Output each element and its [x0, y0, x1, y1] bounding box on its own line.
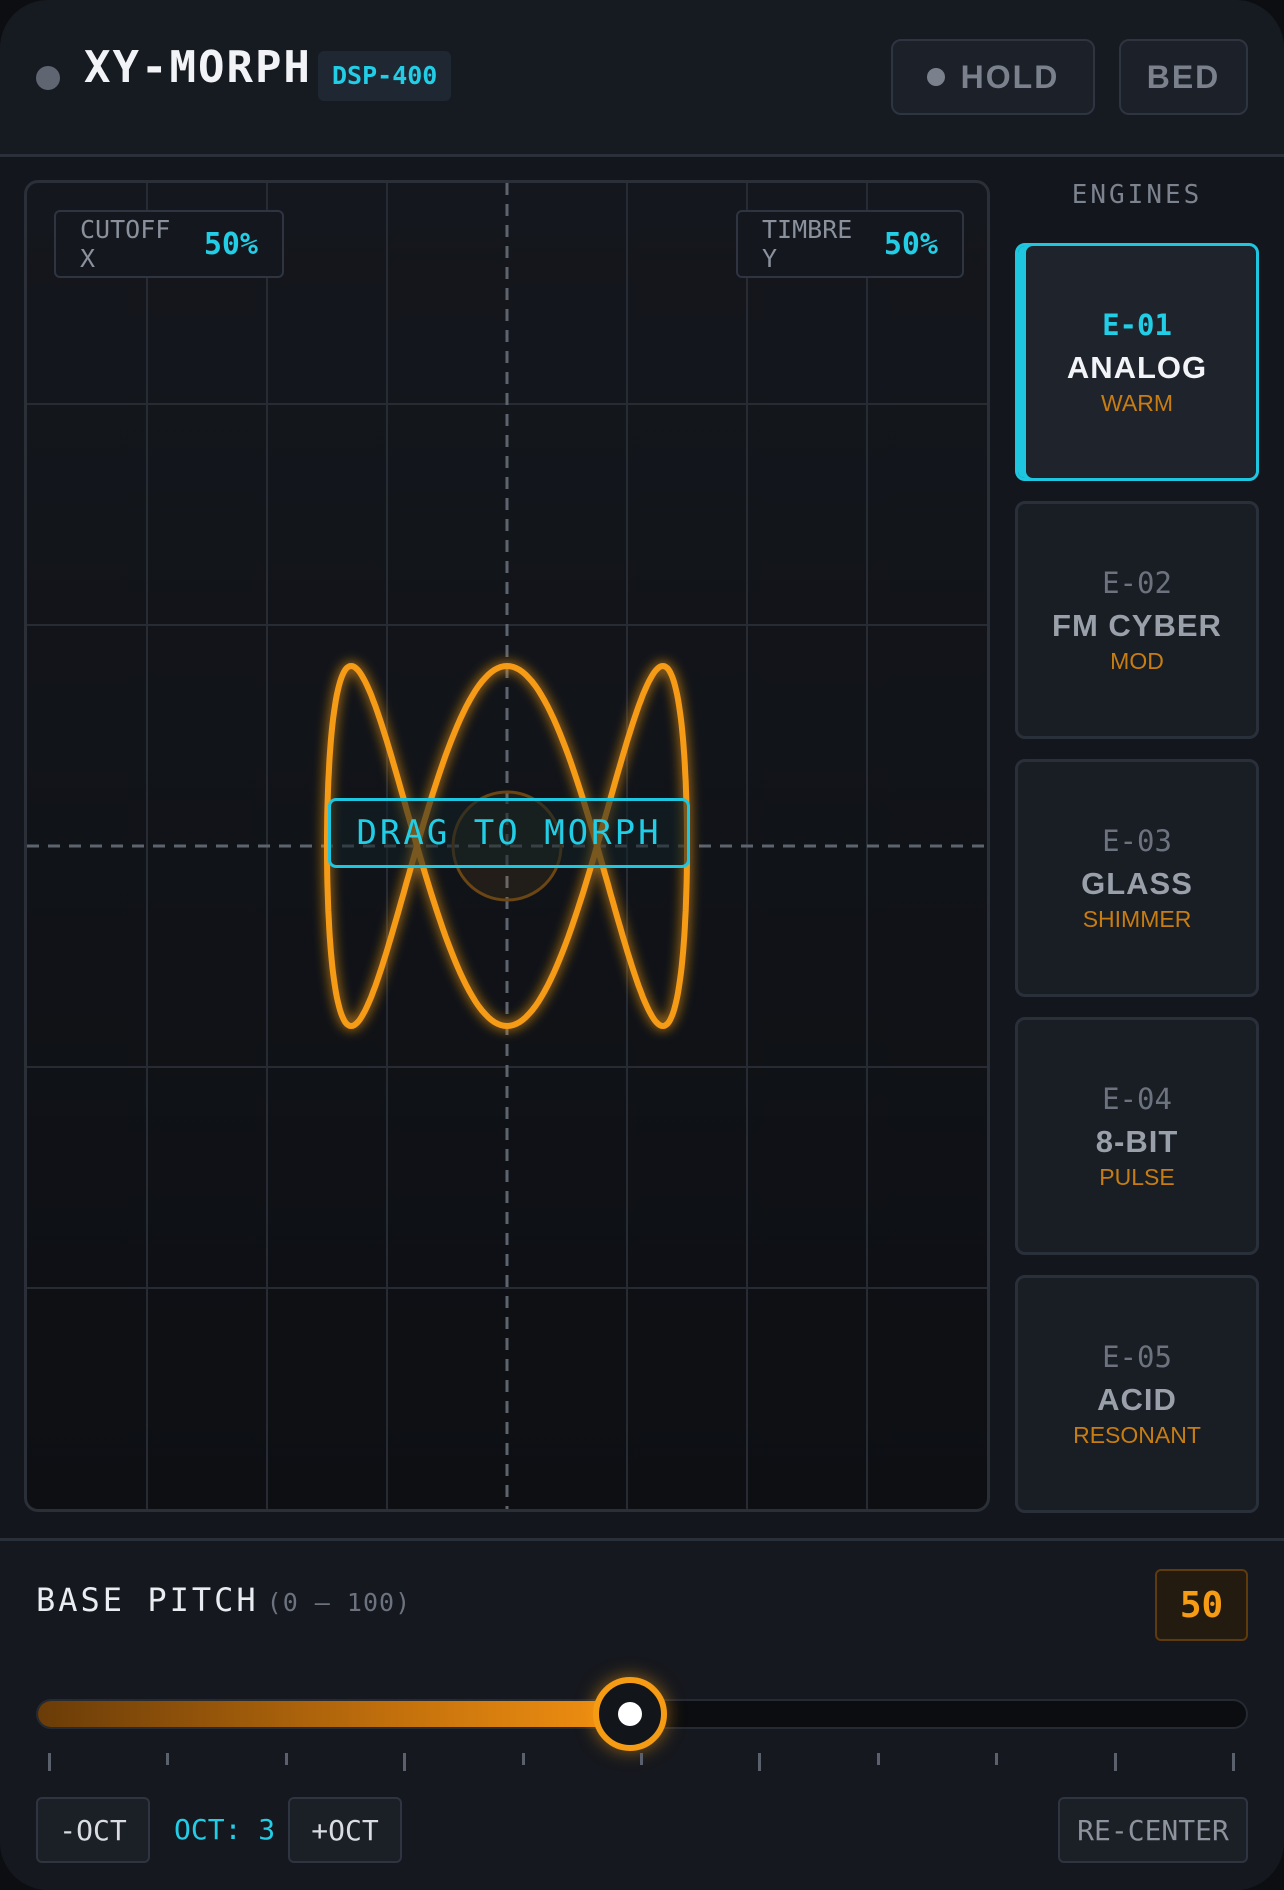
- slider-tick: [284, 1753, 288, 1765]
- model-badge: DSP-400: [318, 51, 452, 101]
- recenter-button[interactable]: RE-CENTER: [1058, 1797, 1248, 1863]
- engine-name: GLASS: [1081, 865, 1193, 901]
- base-pitch-value: 50: [1155, 1569, 1248, 1641]
- cutoff-x-label: CUTOFF X: [80, 215, 171, 273]
- engine-tag: PULSE: [1099, 1163, 1175, 1190]
- hold-label: HOLD: [960, 58, 1060, 95]
- engine-card-fm-cyber[interactable]: E-02 FM CYBER MOD: [1015, 501, 1259, 739]
- engine-tag: SHIMMER: [1082, 905, 1192, 932]
- slider-tick: [1232, 1753, 1235, 1771]
- hold-button[interactable]: HOLD: [891, 39, 1095, 115]
- engine-code: E-05: [1102, 1339, 1172, 1374]
- slider-tick: [521, 1753, 525, 1765]
- xy-morph-app: XY-MORPH DSP-400 HOLD BED CUTOFF X 50% T…: [0, 0, 1284, 1890]
- engine-tag: RESONANT: [1073, 1421, 1201, 1448]
- bed-button[interactable]: BED: [1119, 39, 1248, 115]
- slider-tick: [48, 1753, 51, 1771]
- cutoff-x-value: 50%: [203, 226, 258, 262]
- engine-name: FM CYBER: [1052, 607, 1222, 643]
- engine-card-8-bit[interactable]: E-04 8-BIT PULSE: [1015, 1017, 1259, 1255]
- slider-thumb[interactable]: [593, 1677, 668, 1751]
- cutoff-x-readout: CUTOFF X 50%: [54, 210, 284, 278]
- header-bar: XY-MORPH DSP-400 HOLD BED: [0, 0, 1284, 157]
- engines-heading: ENGINES: [1071, 180, 1203, 210]
- timbre-y-readout: TIMBRE Y 50%: [736, 210, 964, 278]
- slider-tick: [758, 1753, 762, 1771]
- engine-card-glass[interactable]: E-03 GLASS SHIMMER: [1015, 759, 1259, 997]
- slider-tick: [876, 1753, 880, 1765]
- engine-name: ANALOG: [1066, 349, 1208, 385]
- app-title: XY-MORPH: [84, 42, 312, 93]
- drag-to-morph-hint: DRAG TO MORPH: [328, 798, 690, 868]
- slider-thumb-knob: [618, 1702, 643, 1726]
- slider-tick: [640, 1753, 643, 1765]
- engine-code: E-01: [1102, 307, 1172, 342]
- engine-code: E-03: [1102, 823, 1172, 858]
- engine-name: 8-BIT: [1095, 1123, 1179, 1159]
- base-pitch-label: BASE PITCH: [36, 1581, 259, 1619]
- slider-tick: [403, 1753, 407, 1771]
- slider-tick: [995, 1753, 999, 1765]
- status-indicator: [36, 66, 60, 90]
- timbre-y-value: 50%: [883, 226, 938, 262]
- slider-tick: [166, 1753, 170, 1765]
- engine-name: ACID: [1097, 1381, 1177, 1417]
- engine-code: E-04: [1102, 1081, 1172, 1116]
- engine-tag: WARM: [1101, 389, 1173, 416]
- xy-pad[interactable]: CUTOFF X 50% TIMBRE Y 50% DRAG TO MORPH: [24, 180, 990, 1512]
- octave-readout: OCT: 3: [174, 1813, 276, 1846]
- engine-code: E-02: [1102, 565, 1172, 600]
- octave-up-button[interactable]: +OCT: [288, 1797, 402, 1863]
- base-pitch-heading: BASE PITCH (0 – 100): [36, 1581, 411, 1619]
- engine-card-acid[interactable]: E-05 ACID RESONANT: [1015, 1275, 1259, 1513]
- timbre-y-label: TIMBRE Y: [762, 215, 853, 273]
- engine-card-analog[interactable]: E-01 ANALOG WARM: [1015, 243, 1259, 481]
- octave-down-button[interactable]: -OCT: [36, 1797, 150, 1863]
- base-pitch-range: (0 – 100): [266, 1588, 412, 1617]
- slider-tick: [1113, 1753, 1117, 1771]
- engine-tag: MOD: [1110, 647, 1164, 674]
- pitch-panel: BASE PITCH (0 – 100) 50 -OCT OCT: 3 +OCT …: [0, 1538, 1284, 1890]
- slider-fill: [38, 1701, 633, 1727]
- hold-indicator-icon: [926, 68, 945, 86]
